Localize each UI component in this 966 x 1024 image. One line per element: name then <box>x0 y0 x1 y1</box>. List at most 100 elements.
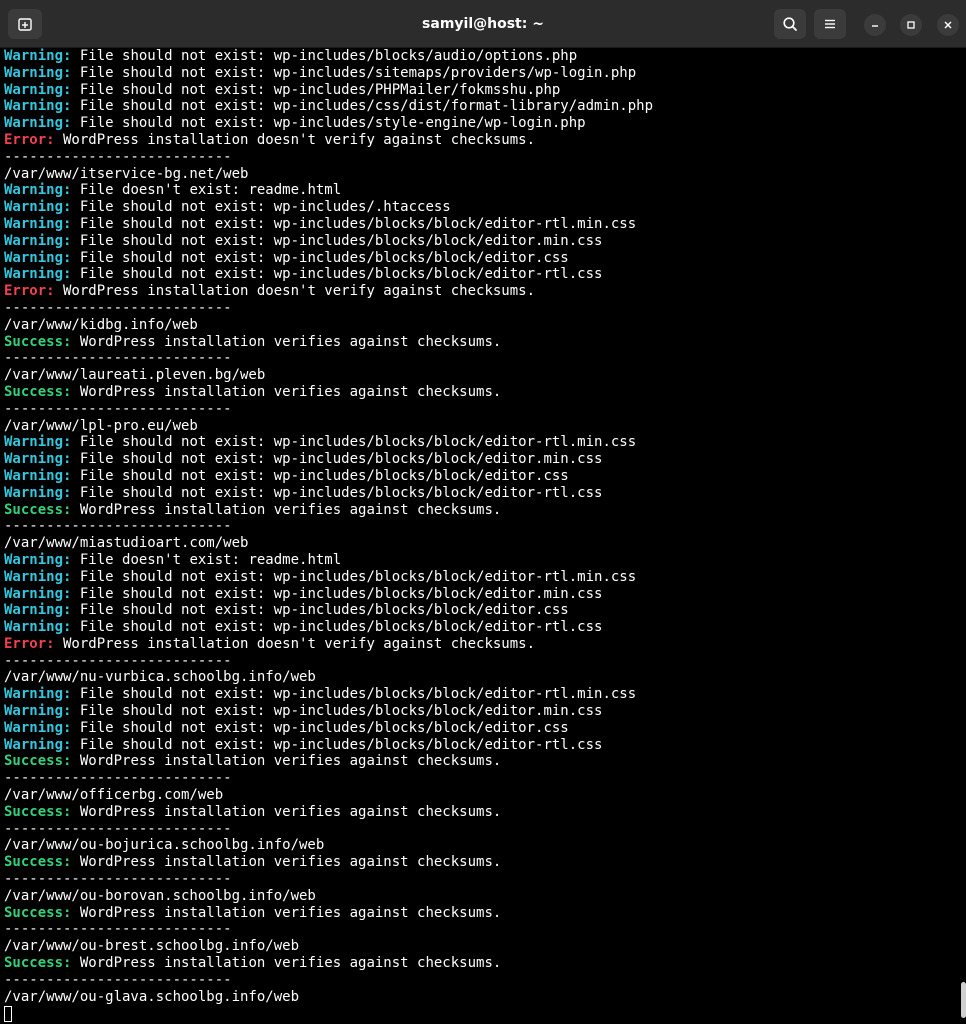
terminal-line-text: File should not exist: wp-includes/block… <box>71 232 603 249</box>
error-label: Error: <box>4 635 55 652</box>
terminal-line: Success: WordPress installation verifies… <box>4 334 954 351</box>
terminal-line-text: /var/www/lpl-pro.eu/web <box>4 417 198 434</box>
terminal-line-text: --------------------------- <box>4 971 232 988</box>
terminal-line: /var/www/lpl-pro.eu/web <box>4 418 954 435</box>
terminal-line: /var/www/miastudioart.com/web <box>4 535 954 552</box>
terminal-line: Success: WordPress installation verifies… <box>4 854 954 871</box>
warning-label: Warning: <box>4 467 72 484</box>
terminal-line-text: File should not exist: wp-includes/block… <box>71 451 603 468</box>
terminal-line: Success: WordPress installation verifies… <box>4 753 954 770</box>
scrollbar-thumb[interactable] <box>961 982 966 1018</box>
terminal-line: --------------------------- <box>4 401 954 418</box>
maximize-button[interactable] <box>900 14 922 36</box>
terminal-line-text: File should not exist: wp-includes/block… <box>71 484 603 501</box>
terminal-line: Warning: File should not exist: wp-inclu… <box>4 619 954 636</box>
terminal-line: Warning: File should not exist: wp-inclu… <box>4 703 954 720</box>
terminal-line: --------------------------- <box>4 300 954 317</box>
terminal-line: --------------------------- <box>4 921 954 938</box>
warning-label: Warning: <box>4 199 72 216</box>
warning-label: Warning: <box>4 115 72 132</box>
terminal-line-text: File should not exist: wp-includes/block… <box>71 585 603 602</box>
warning-label: Warning: <box>4 585 72 602</box>
terminal-line-text: --------------------------- <box>4 400 232 417</box>
terminal-line: Warning: File should not exist: wp-inclu… <box>4 82 954 99</box>
terminal-line-text: --------------------------- <box>4 148 232 165</box>
terminal-line-text: WordPress installation doesn't verify ag… <box>54 635 536 652</box>
terminal-line-text: File should not exist: wp-includes/block… <box>71 736 603 753</box>
terminal-line-text: File should not exist: wp-includes/block… <box>71 215 637 232</box>
terminal-line-text: /var/www/laureati.pleven.bg/web <box>4 367 266 384</box>
terminal-line-text: WordPress installation verifies against … <box>71 383 502 400</box>
warning-label: Warning: <box>4 551 72 568</box>
terminal-line-text: File should not exist: wp-includes/block… <box>71 719 569 736</box>
hamburger-menu-icon <box>825 19 835 29</box>
minimize-button[interactable] <box>864 14 886 36</box>
terminal-line-text: File should not exist: wp-includes/block… <box>71 703 603 720</box>
error-label: Error: <box>4 283 55 300</box>
terminal-line-text: File should not exist: wp-includes/block… <box>71 434 637 451</box>
terminal-line: --------------------------- <box>4 871 954 888</box>
warning-label: Warning: <box>4 602 72 619</box>
text-cursor <box>4 1006 12 1023</box>
warning-label: Warning: <box>4 81 72 98</box>
terminal-line: Warning: File should not exist: wp-inclu… <box>4 434 954 451</box>
warning-label: Warning: <box>4 215 72 232</box>
close-icon <box>944 21 952 29</box>
success-label: Success: <box>4 955 72 972</box>
terminal-line-text: /var/www/ou-brest.schoolbg.info/web <box>4 938 300 955</box>
terminal-line-text: File should not exist: wp-includes/block… <box>71 249 569 266</box>
terminal-line-text: WordPress installation verifies against … <box>71 753 502 770</box>
warning-label: Warning: <box>4 266 72 283</box>
terminal-line-text: File doesn't exist: readme.html <box>71 551 342 568</box>
terminal-line: Success: WordPress installation verifies… <box>4 502 954 519</box>
close-button[interactable] <box>937 14 959 36</box>
title-bar[interactable]: samyil@host: ~ <box>0 0 966 48</box>
warning-label: Warning: <box>4 703 72 720</box>
terminal-line-text: --------------------------- <box>4 350 232 367</box>
terminal-line: Warning: File should not exist: wp-inclu… <box>4 720 954 737</box>
success-label: Success: <box>4 854 72 871</box>
terminal-line: /var/www/ou-brest.schoolbg.info/web <box>4 938 954 955</box>
terminal-line-text: /var/www/officerbg.com/web <box>4 787 224 804</box>
success-label: Success: <box>4 904 72 921</box>
terminal-line-text: File should not exist: wp-includes/css/d… <box>71 98 654 115</box>
terminal-line-text: --------------------------- <box>4 652 232 669</box>
terminal-line-text: WordPress installation doesn't verify ag… <box>54 283 536 300</box>
terminal-line: --------------------------- <box>4 770 954 787</box>
terminal-line: /var/www/ou-glava.schoolbg.info/web <box>4 989 954 1006</box>
terminal-line-text: WordPress installation verifies against … <box>71 333 502 350</box>
terminal-line: Warning: File should not exist: wp-inclu… <box>4 115 954 132</box>
terminal-line-text: --------------------------- <box>4 921 232 938</box>
terminal-line: Warning: File doesn't exist: readme.html <box>4 552 954 569</box>
terminal-line: /var/www/nu-vurbica.schoolbg.info/web <box>4 669 954 686</box>
terminal-line: Warning: File should not exist: wp-inclu… <box>4 48 954 65</box>
terminal-line: Warning: File should not exist: wp-inclu… <box>4 250 954 267</box>
warning-label: Warning: <box>4 182 72 199</box>
terminal-line: Warning: File should not exist: wp-inclu… <box>4 199 954 216</box>
terminal-line-text: File doesn't exist: readme.html <box>71 182 342 199</box>
terminal-line: --------------------------- <box>4 972 954 989</box>
terminal-line-text: File should not exist: wp-includes/block… <box>71 602 569 619</box>
search-button[interactable] <box>774 9 806 39</box>
terminal-line: Warning: File should not exist: wp-inclu… <box>4 98 954 115</box>
success-label: Success: <box>4 383 72 400</box>
terminal-line: Success: WordPress installation verifies… <box>4 955 954 972</box>
warning-label: Warning: <box>4 451 72 468</box>
success-label: Success: <box>4 501 72 518</box>
terminal-line-text: /var/www/kidbg.info/web <box>4 316 198 333</box>
success-label: Success: <box>4 753 72 770</box>
terminal-line-text: /var/www/itservice-bg.net/web <box>4 165 249 182</box>
terminal-line: Error: WordPress installation doesn't ve… <box>4 132 954 149</box>
terminal-line-text: File should not exist: wp-includes/block… <box>71 48 578 64</box>
terminal-line: Warning: File should not exist: wp-inclu… <box>4 737 954 754</box>
terminal-output[interactable]: Warning: File should not exist: wp-inclu… <box>4 48 954 1024</box>
terminal-line: Success: WordPress installation verifies… <box>4 804 954 821</box>
prompt-line[interactable] <box>4 1005 954 1023</box>
terminal-line-text: WordPress installation verifies against … <box>71 803 502 820</box>
new-tab-button[interactable] <box>8 9 42 39</box>
terminal-line-text: File should not exist: wp-includes/style… <box>71 115 586 132</box>
terminal-line: --------------------------- <box>4 350 954 367</box>
terminal-line-text: WordPress installation verifies against … <box>71 904 502 921</box>
menu-button[interactable] <box>814 9 846 39</box>
terminal-line-text: /var/www/miastudioart.com/web <box>4 535 249 552</box>
